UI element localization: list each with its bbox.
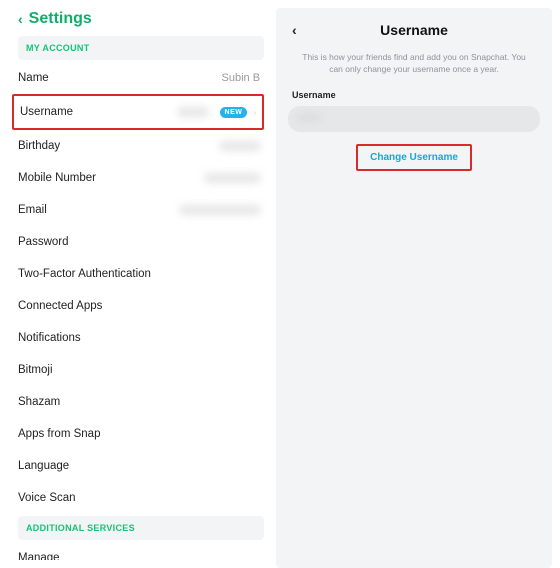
row-two-factor[interactable]: Two-Factor Authentication [18,258,264,290]
row-label: Email [18,204,47,216]
settings-header: ‹ Settings [18,10,264,28]
row-label: Manage [18,552,60,560]
page-title: Username [380,22,448,38]
row-name[interactable]: Name Subin B [18,62,264,94]
row-notifications[interactable]: Notifications [18,322,264,354]
settings-pane: ‹ Settings MY ACCOUNT Name Subin B Usern… [0,0,276,560]
row-connected-apps[interactable]: Connected Apps [18,290,264,322]
section-additional-services: ADDITIONAL SERVICES [18,516,264,540]
row-mobile[interactable]: Mobile Number [18,162,264,194]
username-pane: ‹ Username This is how your friends find… [276,8,552,568]
redacted-value [220,141,260,151]
row-label: Voice Scan [18,492,76,504]
row-label: Language [18,460,69,472]
row-label: Birthday [18,140,60,152]
help-text: This is how your friends find and add yo… [302,52,526,76]
row-label: Apps from Snap [18,428,100,440]
redacted-value [180,205,260,215]
row-right: NEW › [178,107,257,118]
row-language[interactable]: Language [18,450,264,482]
change-username-wrap: Change Username [288,144,540,171]
row-manage[interactable]: Manage [18,542,264,560]
row-email[interactable]: Email [18,194,264,226]
username-header: ‹ Username [288,18,540,40]
redacted-username: ••••• [298,113,321,124]
username-field-label: Username [292,90,536,100]
page-title: Settings [29,10,92,28]
row-apps-from-snap[interactable]: Apps from Snap [18,418,264,450]
redacted-value [178,107,208,117]
row-bitmoji[interactable]: Bitmoji [18,354,264,386]
new-badge: NEW [220,107,248,118]
row-label: Two-Factor Authentication [18,268,151,280]
row-label: Password [18,236,69,248]
section-my-account: MY ACCOUNT [18,36,264,60]
username-input[interactable]: ••••• [288,106,540,132]
row-username[interactable]: Username NEW › [12,94,264,130]
row-voice-scan[interactable]: Voice Scan [18,482,264,514]
row-label: Username [20,106,73,118]
row-shazam[interactable]: Shazam [18,386,264,418]
row-label: Bitmoji [18,364,53,376]
redacted-value [205,173,260,183]
change-username-button[interactable]: Change Username [356,144,472,171]
row-label: Notifications [18,332,81,344]
chevron-right-icon: › [253,108,256,117]
row-password[interactable]: Password [18,226,264,258]
row-value: Subin B [222,72,261,84]
row-birthday[interactable]: Birthday [18,130,264,162]
back-icon[interactable]: ‹ [292,22,297,38]
row-label: Mobile Number [18,172,96,184]
row-label: Shazam [18,396,60,408]
row-label: Connected Apps [18,300,102,312]
row-label: Name [18,72,49,84]
back-icon[interactable]: ‹ [18,11,23,27]
